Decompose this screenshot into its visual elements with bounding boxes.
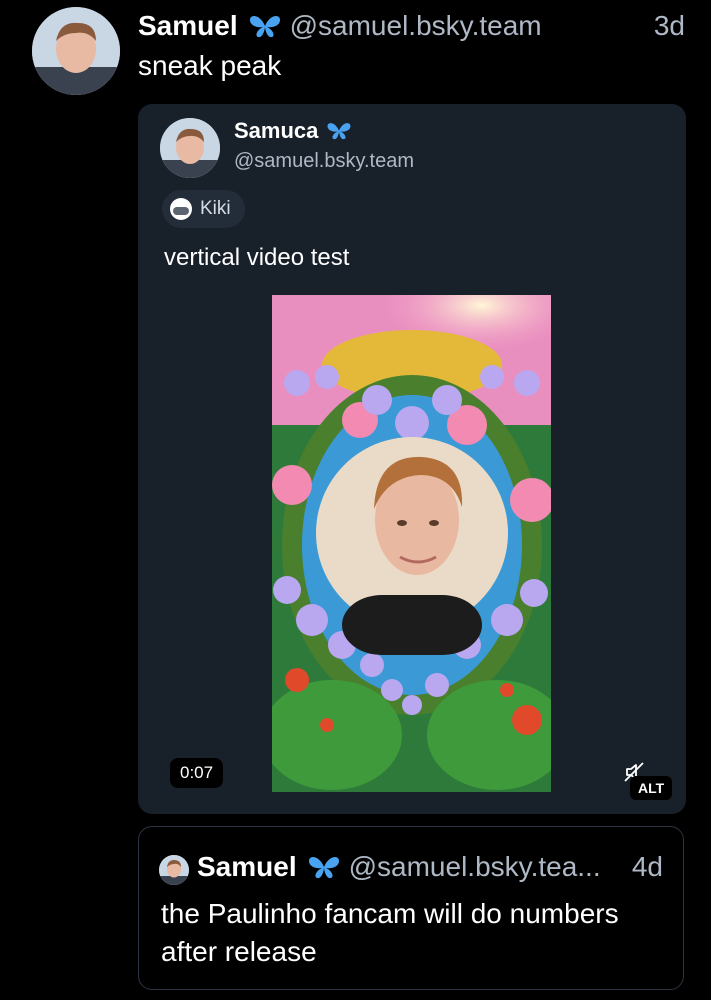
nested-quote-header: Samuel @samuel.bsky.tea... 4d [197, 851, 663, 883]
nested-author-handle[interactable]: @samuel.bsky.tea... [349, 851, 601, 883]
author-avatar[interactable] [32, 7, 120, 95]
video-player[interactable] [272, 295, 551, 792]
nested-quote-card[interactable]: Samuel @samuel.bsky.tea... 4d the Paulin… [138, 826, 684, 990]
feed-avatar-icon [170, 198, 192, 220]
butterfly-icon [326, 120, 352, 142]
nested-quote-text: the Paulinho fancam will do numbers afte… [161, 898, 619, 967]
post-text: sneak peak [138, 50, 282, 81]
alt-text-badge[interactable]: ALT [630, 776, 673, 800]
feed-pill-label: Kiki [200, 198, 231, 219]
quoted-author-avatar[interactable] [160, 118, 220, 178]
nested-timestamp[interactable]: 4d [624, 851, 663, 883]
quoted-post-card[interactable]: Samuca @samuel.bsky.team Kiki vertical v… [138, 104, 686, 814]
butterfly-icon [307, 853, 341, 881]
nested-author-avatar[interactable] [159, 855, 189, 885]
quoted-author-name[interactable]: Samuca [234, 118, 318, 144]
nested-author-name[interactable]: Samuel [197, 851, 297, 883]
post-timestamp[interactable]: 3d [654, 10, 685, 42]
feed-pill[interactable]: Kiki [162, 190, 245, 228]
quoted-author-name-row: Samuca [234, 118, 360, 144]
quoted-post-text: vertical video test [164, 244, 350, 271]
post-header: Samuel @samuel.bsky.team [138, 8, 687, 44]
quoted-author-handle[interactable]: @samuel.bsky.team [234, 150, 414, 173]
author-handle[interactable]: @samuel.bsky.team [290, 10, 542, 42]
video-duration: 0:07 [170, 758, 224, 788]
butterfly-icon [248, 12, 282, 40]
author-name[interactable]: Samuel [138, 10, 238, 42]
